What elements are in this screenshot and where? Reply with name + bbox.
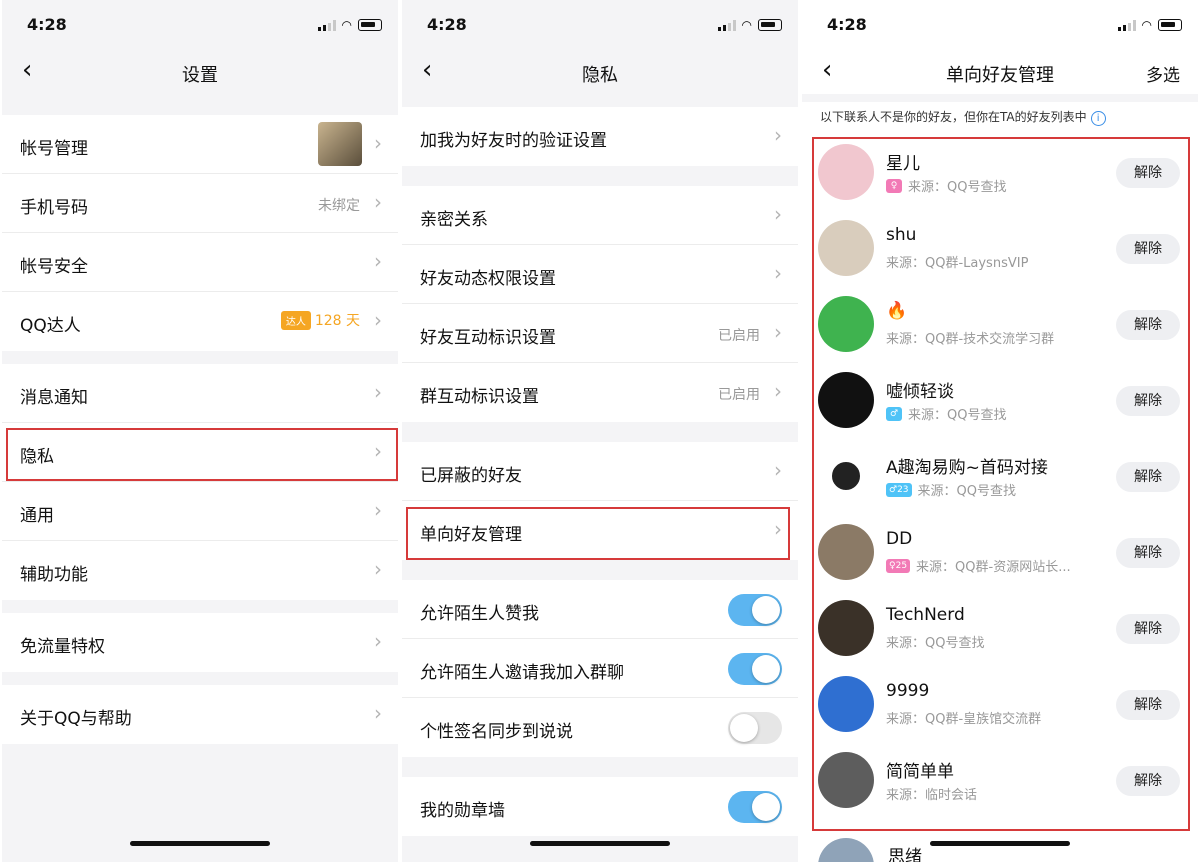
row-group-interaction[interactable]: 群互动标识设置 已启用 › xyxy=(402,363,798,422)
row-about[interactable]: 关于QQ与帮助 › xyxy=(2,685,398,744)
home-indicator xyxy=(530,841,670,846)
battery-icon xyxy=(758,19,782,31)
row-allow-group-invite: 允许陌生人邀请我加入群聊 xyxy=(402,639,798,698)
screens: 4:28 ◠ ‹ 设置 帐号管理 › 手机号码 未绑定 › 帐号安全 › QQ达… xyxy=(0,0,1200,862)
privacy-group-relations: 亲密关系 › 好友动态权限设置 › 好友互动标识设置 已启用 › 群互动标识设置… xyxy=(402,186,798,422)
nav-bar: ‹ 设置 xyxy=(2,48,398,94)
signal-icon xyxy=(717,19,736,31)
status-time: 4:28 xyxy=(427,15,467,34)
chevron-right-icon: › xyxy=(774,202,782,226)
row-qq-daren[interactable]: QQ达人 达人 128 天 › xyxy=(2,292,398,351)
row-account-management[interactable]: 帐号管理 › xyxy=(2,115,398,174)
status-time: 4:28 xyxy=(27,15,67,34)
status-bar: 4:28 ◠ xyxy=(402,0,798,46)
signature-sync-toggle[interactable] xyxy=(728,712,782,744)
chevron-right-icon: › xyxy=(374,249,382,273)
nav-bar: ‹ 隐私 xyxy=(402,48,798,94)
chevron-right-icon: › xyxy=(374,701,382,725)
wifi-icon: ◠ xyxy=(741,18,752,32)
privacy-screen: 4:28 ◠ ‹ 隐私 加我为好友时的验证设置 › 亲密关系 › 好友动态权限设… xyxy=(402,0,798,862)
chevron-right-icon: › xyxy=(374,308,382,332)
nav-bar: ‹ 单向好友管理 多选 xyxy=(802,48,1198,94)
allow-likes-toggle[interactable] xyxy=(728,594,782,626)
battery-icon xyxy=(1158,19,1182,31)
chevron-right-icon: › xyxy=(774,379,782,403)
page-title: 隐私 xyxy=(582,65,618,86)
daren-badge: 达人 xyxy=(280,310,311,330)
row-friend-interaction[interactable]: 好友互动标识设置 已启用 › xyxy=(402,304,798,363)
battery-icon xyxy=(358,19,382,31)
multi-select-button[interactable]: 多选 xyxy=(1146,61,1180,86)
status-bar: 4:28 ◠ xyxy=(802,0,1198,46)
row-medal-wall: 我的勋章墙 xyxy=(402,777,798,836)
home-indicator xyxy=(130,841,270,846)
chevron-right-icon: › xyxy=(774,320,782,344)
row-signature-sync: 个性签名同步到说说 xyxy=(402,698,798,757)
chevron-right-icon: › xyxy=(774,458,782,482)
row-allow-likes: 允许陌生人赞我 xyxy=(402,580,798,639)
row-account-security[interactable]: 帐号安全 › xyxy=(2,233,398,292)
signal-icon xyxy=(317,19,336,31)
chevron-right-icon: › xyxy=(374,557,382,581)
allow-group-invite-toggle[interactable] xyxy=(728,653,782,685)
avatar xyxy=(818,838,874,862)
row-general[interactable]: 通用 › xyxy=(2,482,398,541)
chevron-right-icon: › xyxy=(374,380,382,404)
row-accessibility[interactable]: 辅助功能 › xyxy=(2,541,398,600)
privacy-group-medals: 我的勋章墙 xyxy=(402,777,798,836)
info-icon[interactable]: i xyxy=(1090,111,1106,126)
settings-group-general: 消息通知 › 隐私 › 通用 › 辅助功能 › xyxy=(2,364,398,600)
chevron-right-icon: › xyxy=(774,123,782,147)
chevron-right-icon: › xyxy=(374,190,382,214)
medal-wall-toggle[interactable] xyxy=(728,791,782,823)
wifi-icon: ◠ xyxy=(1141,18,1152,32)
row-notifications[interactable]: 消息通知 › xyxy=(2,364,398,423)
privacy-group-verify: 加我为好友时的验证设置 › xyxy=(402,107,798,166)
friend-name-partial: 思绪 xyxy=(888,847,922,862)
row-phone[interactable]: 手机号码 未绑定 › xyxy=(2,174,398,233)
status-time: 4:28 xyxy=(827,15,867,34)
chevron-right-icon: › xyxy=(374,131,382,155)
wifi-icon: ◠ xyxy=(341,18,352,32)
chevron-right-icon: › xyxy=(774,261,782,285)
page-title: 单向好友管理 xyxy=(946,65,1054,86)
settings-screen: 4:28 ◠ ‹ 设置 帐号管理 › 手机号码 未绑定 › 帐号安全 › QQ达… xyxy=(2,0,398,862)
divider xyxy=(802,94,1198,102)
highlight-box xyxy=(406,507,790,560)
row-intimate[interactable]: 亲密关系 › xyxy=(402,186,798,245)
row-feed-permission[interactable]: 好友动态权限设置 › xyxy=(402,245,798,304)
settings-group-about: 关于QQ与帮助 › xyxy=(2,685,398,744)
signal-icon xyxy=(1117,19,1136,31)
settings-group-data: 免流量特权 › xyxy=(2,613,398,672)
notice-text: 以下联系人不是你的好友，但你在TA的好友列表中 i xyxy=(820,108,1106,126)
row-free-data[interactable]: 免流量特权 › xyxy=(2,613,398,672)
home-indicator xyxy=(930,841,1070,846)
privacy-group-toggles: 允许陌生人赞我 允许陌生人邀请我加入群聊 个性签名同步到说说 xyxy=(402,580,798,757)
row-add-friend-verify[interactable]: 加我为好友时的验证设置 › xyxy=(402,107,798,166)
avatar xyxy=(318,122,362,166)
highlight-box xyxy=(6,428,398,481)
highlight-box xyxy=(812,137,1190,831)
status-bar: 4:28 ◠ xyxy=(2,0,398,46)
daren-days: 128 天 xyxy=(314,313,360,329)
row-blocked-friends[interactable]: 已屏蔽的好友 › xyxy=(402,442,798,501)
oneway-friends-screen: 4:28 ◠ ‹ 单向好友管理 多选 以下联系人不是你的好友，但你在TA的好友列… xyxy=(802,0,1198,862)
chevron-right-icon: › xyxy=(374,629,382,653)
page-title: 设置 xyxy=(182,65,218,86)
settings-group-account: 帐号管理 › 手机号码 未绑定 › 帐号安全 › QQ达人 达人 128 天 › xyxy=(2,115,398,351)
chevron-right-icon: › xyxy=(374,498,382,522)
